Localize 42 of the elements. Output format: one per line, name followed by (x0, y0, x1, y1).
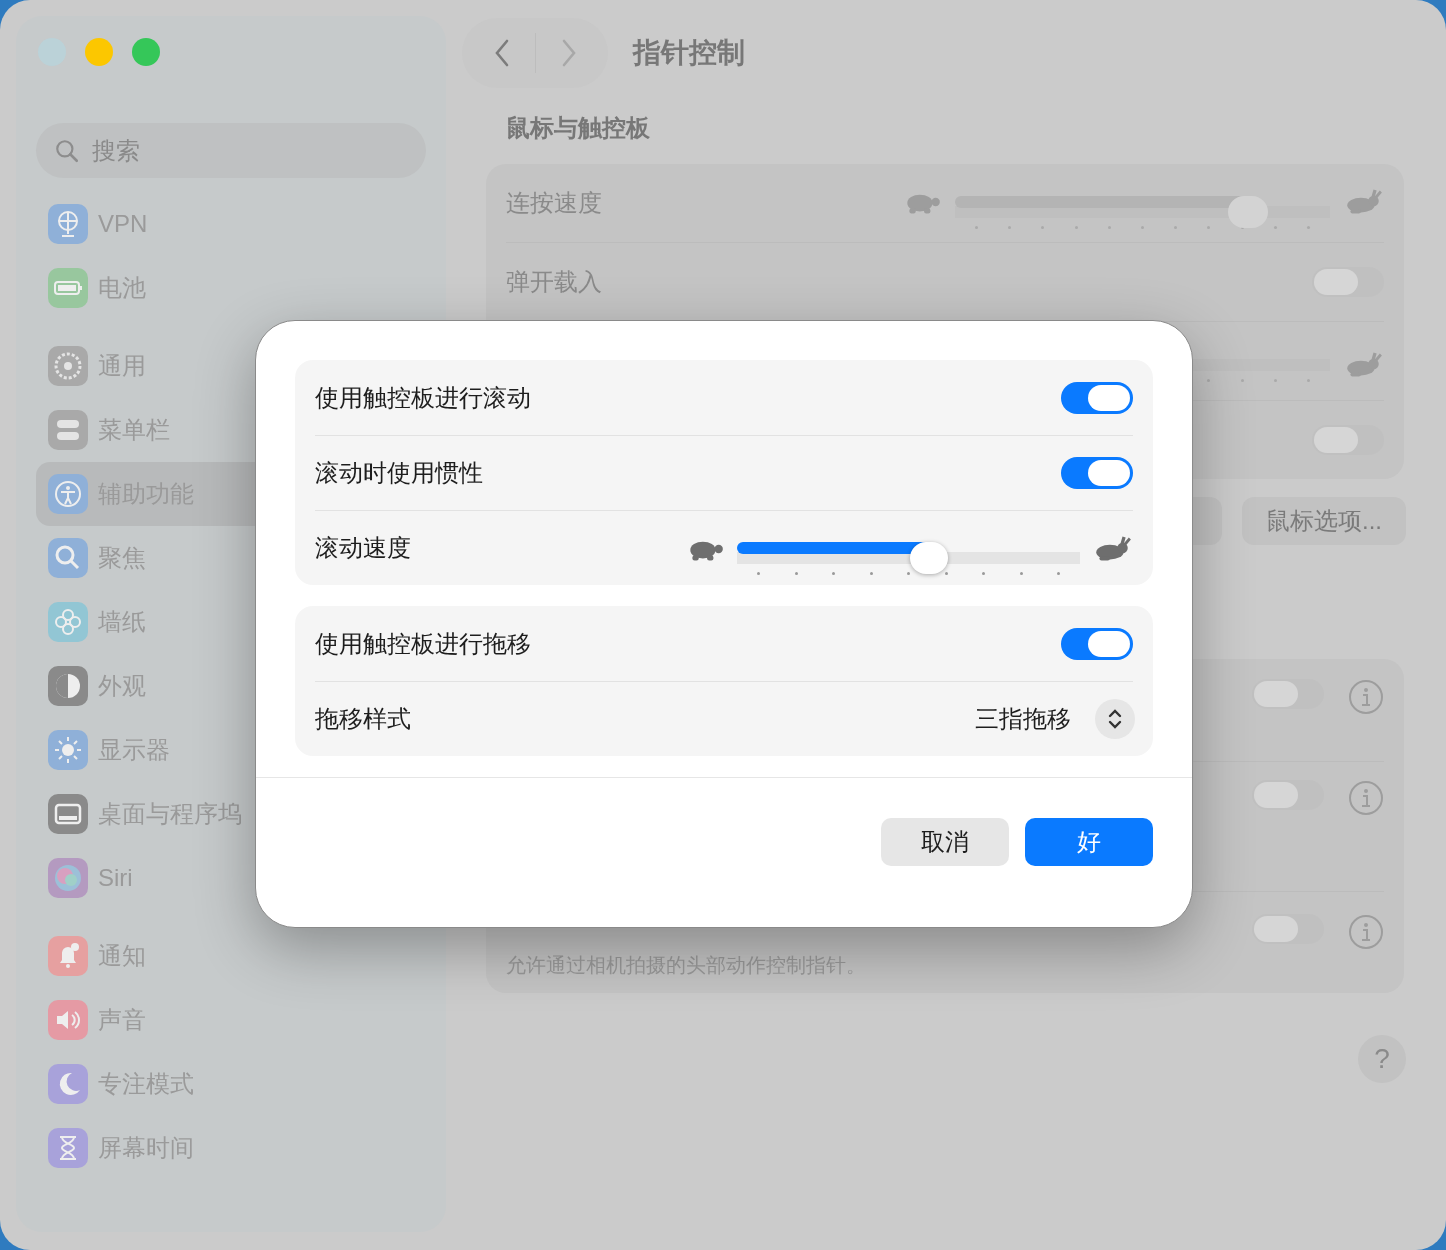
zoom-button[interactable] (132, 38, 160, 66)
toggle-switch[interactable] (1061, 627, 1133, 660)
battery-icon (48, 268, 88, 308)
page-title: 指针控制 (633, 36, 745, 70)
search-input[interactable]: 搜索 (90, 135, 394, 166)
hourglass-icon (48, 1128, 88, 1168)
help-button[interactable]: ? (1358, 1035, 1406, 1083)
popup-button[interactable]: 三指拖移 (975, 699, 1135, 739)
minimize-button[interactable] (85, 38, 113, 66)
cancel-button[interactable]: 取消 (881, 818, 1009, 866)
speaker-icon (48, 1000, 88, 1040)
search-icon (48, 538, 88, 578)
dock-icon (48, 794, 88, 834)
moon-icon (48, 1064, 88, 1104)
search-field[interactable]: 搜索 (36, 123, 426, 178)
info-icon[interactable] (1348, 780, 1384, 816)
setting-label: 连按速度 (506, 188, 602, 218)
accessibility-icon (48, 474, 88, 514)
slider-thumb[interactable] (1227, 196, 1268, 228)
sun-icon (48, 730, 88, 770)
slider-thumb[interactable] (910, 541, 949, 574)
info-icon[interactable] (1348, 914, 1384, 950)
flower-icon (48, 602, 88, 642)
contrast-icon (48, 666, 88, 706)
orb-icon (48, 858, 88, 898)
setting-label: 拖移样式 (315, 704, 411, 734)
bell-icon (48, 936, 88, 976)
toggle-switch[interactable] (1061, 457, 1133, 489)
toggle-switch[interactable] (1061, 381, 1133, 414)
search-icon (54, 137, 80, 164)
gear-icon (48, 346, 88, 386)
setting-label: 滚动速度 (315, 533, 411, 563)
setting-label: 弹开载入 (506, 267, 602, 297)
mouse-options-button[interactable]: 鼠标选项... (1242, 497, 1406, 545)
globe-icon (48, 204, 88, 244)
section-title: 鼠标与触控板 (506, 113, 651, 143)
setting-label: 使用触控板进行滚动 (315, 382, 531, 413)
chevron-up-down-icon (1095, 699, 1135, 739)
ok-button[interactable]: 好 (1025, 818, 1153, 866)
toggles-icon (48, 410, 88, 450)
setting-label: 使用触控板进行拖移 (315, 628, 531, 659)
info-icon[interactable] (1348, 679, 1384, 715)
